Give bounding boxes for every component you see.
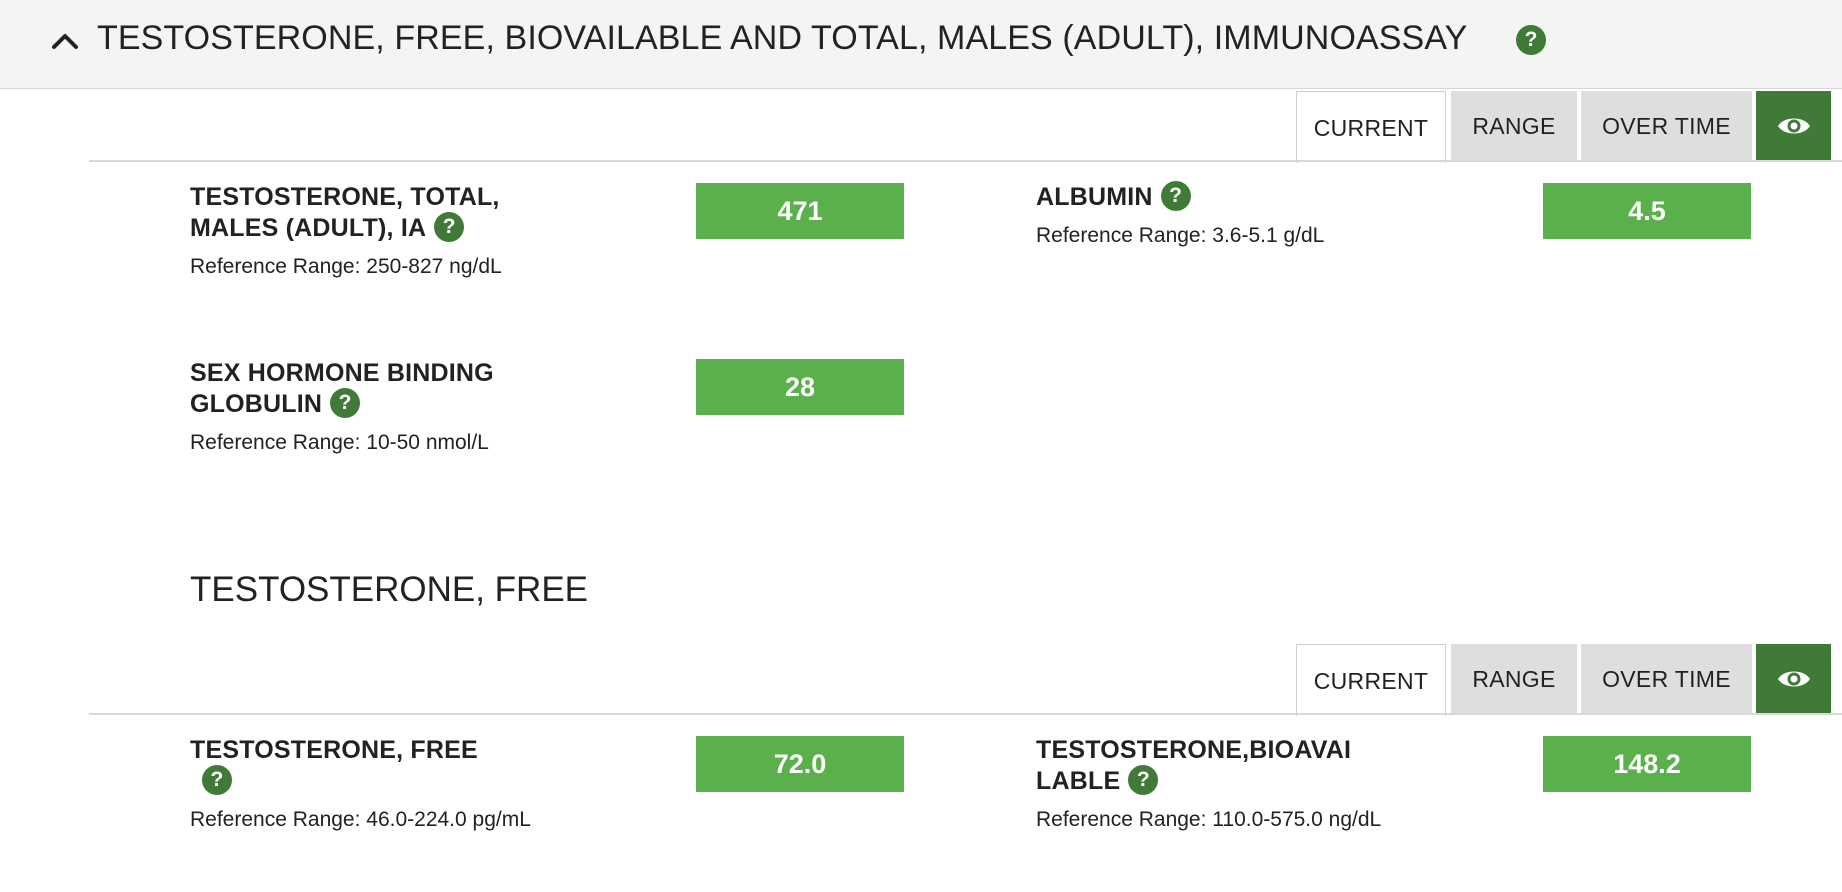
- result-value: 4.5: [1543, 183, 1751, 239]
- divider: [89, 160, 1842, 162]
- result-value: 72.0: [696, 736, 904, 792]
- help-icon[interactable]: ?: [330, 388, 361, 419]
- tab-current[interactable]: CURRENT: [1296, 644, 1446, 716]
- view-toggle-button[interactable]: [1756, 91, 1831, 162]
- tab-over-time[interactable]: OVER TIME: [1581, 644, 1752, 715]
- result-value: 471: [696, 183, 904, 239]
- help-icon[interactable]: ?: [1128, 765, 1159, 796]
- tab-over-time[interactable]: OVER TIME: [1581, 91, 1752, 162]
- reference-range: Reference Range: 110.0-575.0 ng/dL: [1036, 808, 1382, 831]
- result-label: SEX HORMONE BINDING GLOBULIN?: [190, 359, 494, 419]
- chevron-up-icon[interactable]: [50, 28, 80, 52]
- view-tabs: CURRENT RANGE OVER TIME: [1296, 91, 1831, 163]
- result-label: TESTOSTERONE,BIOAVAI LABLE?: [1036, 736, 1352, 796]
- group-title: TESTOSTERONE, FREE: [190, 570, 589, 609]
- view-tabs: CURRENT RANGE OVER TIME: [1296, 644, 1831, 716]
- tab-range[interactable]: RANGE: [1451, 644, 1577, 715]
- eye-icon: [1778, 671, 1810, 687]
- tab-current[interactable]: CURRENT: [1296, 91, 1446, 163]
- eye-icon: [1778, 118, 1810, 134]
- reference-range: Reference Range: 46.0-224.0 pg/mL: [190, 808, 531, 831]
- tab-range[interactable]: RANGE: [1451, 91, 1577, 162]
- help-icon[interactable]: ?: [1516, 25, 1546, 55]
- result-value: 28: [696, 359, 904, 415]
- help-icon[interactable]: ?: [202, 765, 232, 796]
- result-label: TESTOSTERONE, TOTAL, MALES (ADULT), IA?: [190, 183, 500, 243]
- help-icon[interactable]: ?: [1160, 181, 1191, 212]
- result-label: ALBUMIN?: [1036, 181, 1396, 213]
- panel-header[interactable]: TESTOSTERONE, FREE, BIOVAILABLE AND TOTA…: [0, 0, 1842, 89]
- reference-range: Reference Range: 3.6-5.1 g/dL: [1036, 224, 1325, 247]
- reference-range: Reference Range: 250-827 ng/dL: [190, 255, 502, 278]
- reference-range: Reference Range: 10-50 nmol/L: [190, 431, 489, 454]
- result-label: TESTOSTERONE, FREE?: [190, 735, 520, 797]
- result-value: 148.2: [1543, 736, 1751, 792]
- divider: [89, 713, 1842, 715]
- view-toggle-button[interactable]: [1756, 644, 1831, 715]
- panel-title: TESTOSTERONE, FREE, BIOVAILABLE AND TOTA…: [97, 19, 1468, 57]
- help-icon[interactable]: ?: [434, 212, 465, 243]
